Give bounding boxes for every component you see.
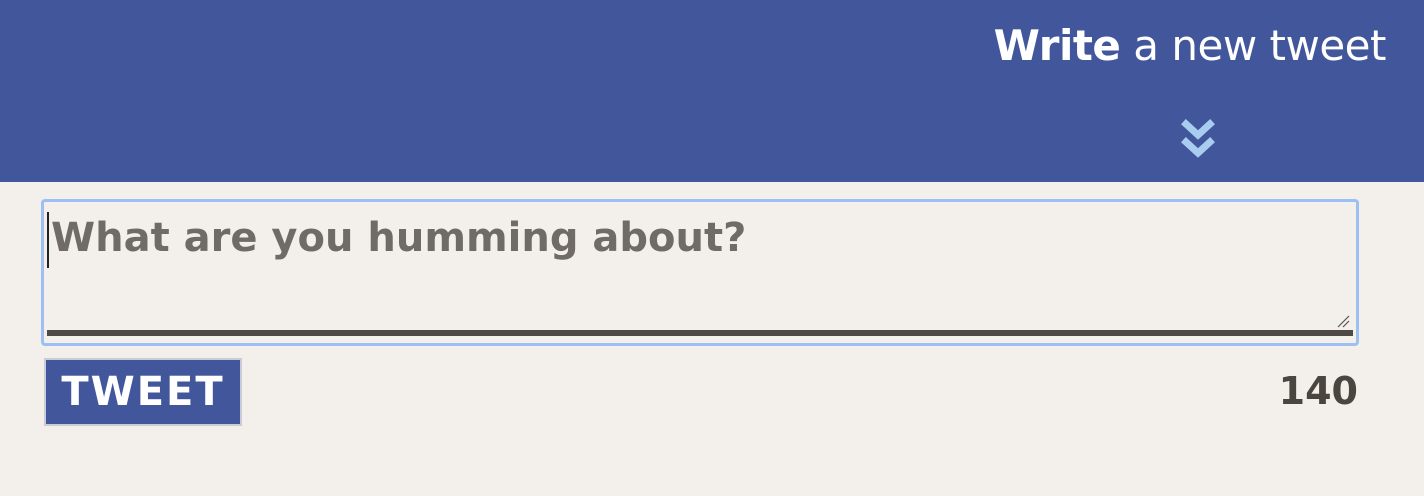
page-title-bold: Write <box>993 21 1121 70</box>
resize-handle-icon[interactable] <box>1336 314 1350 328</box>
tweet-input[interactable] <box>47 205 1353 336</box>
header-bar: Write a new tweet <box>0 0 1424 182</box>
tweet-button[interactable]: TWEET <box>44 358 242 426</box>
page-title: Write a new tweet <box>993 20 1387 72</box>
double-chevron-down-icon[interactable] <box>1180 118 1216 162</box>
text-caret <box>47 212 49 268</box>
compose-box <box>41 199 1359 346</box>
character-counter: 140 <box>1278 369 1358 413</box>
page-title-rest: a new tweet <box>1120 21 1386 70</box>
